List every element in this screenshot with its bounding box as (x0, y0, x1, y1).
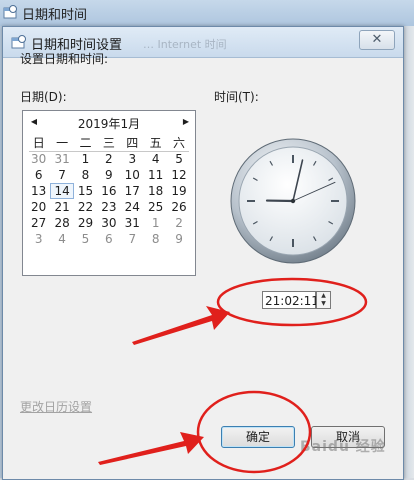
calendar-day[interactable]: 7 (50, 167, 73, 183)
date-label: 日期(D): (20, 88, 67, 105)
calendar-day[interactable]: 2 (167, 215, 190, 231)
calendar-grid: 日一二三四五六303112345678910111213141516171819… (27, 135, 191, 247)
calendar-day[interactable]: 30 (97, 215, 120, 231)
calendar-day[interactable]: 29 (74, 215, 97, 231)
calendar-day[interactable]: 8 (74, 167, 97, 183)
calendar-day[interactable]: 6 (27, 167, 50, 183)
close-icon: ✕ (372, 32, 383, 47)
spin-up-icon[interactable]: ▲ (317, 292, 330, 300)
calendar-day[interactable]: 8 (144, 231, 167, 247)
spin-down-icon[interactable]: ▼ (317, 300, 330, 308)
parent-window-title: 日期和时间 (22, 4, 87, 23)
calendar-day[interactable]: 10 (121, 167, 144, 183)
calendar-clock-icon (11, 35, 27, 49)
calendar-day[interactable]: 5 (167, 151, 190, 167)
calendar-day[interactable]: 3 (121, 151, 144, 167)
calendar-day[interactable]: 2 (97, 151, 120, 167)
parent-window-titlebar: 日期和时间 (0, 0, 414, 27)
calendar-day[interactable]: 12 (167, 167, 190, 183)
calendar-day[interactable]: 16 (97, 183, 120, 199)
weekday-header: 一 (50, 135, 73, 151)
calendar-day[interactable]: 25 (144, 199, 167, 215)
calendar-day[interactable]: 17 (121, 183, 144, 199)
weekday-header: 六 (167, 135, 190, 151)
calendar-day[interactable]: 22 (74, 199, 97, 215)
dialog-subheading: 设置日期和时间: (20, 50, 108, 67)
weekday-header: 四 (121, 135, 144, 151)
calendar-day[interactable]: 5 (74, 231, 97, 247)
clock-window-icon (3, 5, 18, 19)
calendar-day[interactable]: 11 (144, 167, 167, 183)
calendar-control[interactable]: ◀ 2019年1月 ▶ 日一二三四五六303112345678910111213… (22, 110, 196, 276)
calendar-day[interactable]: 26 (167, 199, 190, 215)
calendar-day[interactable]: 31 (50, 151, 73, 167)
weekday-header: 二 (74, 135, 97, 151)
calendar-day[interactable]: 4 (144, 151, 167, 167)
calendar-day[interactable]: 6 (97, 231, 120, 247)
calendar-day[interactable]: 9 (167, 231, 190, 247)
calendar-day[interactable]: 7 (121, 231, 144, 247)
previous-month-icon[interactable]: ◀ (27, 114, 41, 130)
calendar-day[interactable]: 27 (27, 215, 50, 231)
calendar-day[interactable]: 9 (97, 167, 120, 183)
change-calendar-settings-link[interactable]: 更改日历设置 (20, 398, 92, 415)
calendar-day[interactable]: 28 (50, 215, 73, 231)
calendar-day[interactable]: 1 (74, 151, 97, 167)
calendar-day[interactable]: 15 (74, 183, 97, 199)
calendar-day[interactable]: 4 (50, 231, 73, 247)
calendar-header: ◀ 2019年1月 ▶ (23, 111, 195, 133)
clock-center (291, 199, 295, 203)
background-tab-text: … Internet 时间 (143, 36, 227, 52)
close-button[interactable]: ✕ (359, 30, 395, 50)
baidu-watermark: Baidu 经验 (300, 436, 386, 456)
calendar-day[interactable]: 18 (144, 183, 167, 199)
weekday-header: 三 (97, 135, 120, 151)
ok-button[interactable]: 确定 (221, 426, 295, 448)
calendar-day[interactable]: 1 (144, 215, 167, 231)
calendar-day[interactable]: 23 (97, 199, 120, 215)
calendar-month-label[interactable]: 2019年1月 (63, 115, 155, 132)
calendar-day[interactable]: 20 (27, 199, 50, 215)
calendar-day[interactable]: 21 (50, 199, 73, 215)
analog-clock (228, 136, 358, 266)
next-month-icon[interactable]: ▶ (179, 114, 193, 130)
time-input[interactable]: 21:02:11 (262, 291, 316, 309)
calendar-day[interactable]: 19 (167, 183, 190, 199)
calendar-day[interactable]: 3 (27, 231, 50, 247)
calendar-day[interactable]: 24 (121, 199, 144, 215)
calendar-day[interactable]: 14 (50, 183, 73, 199)
time-label: 时间(T): (214, 88, 259, 105)
calendar-day[interactable]: 13 (27, 183, 50, 199)
parent-window-frame-right (404, 26, 414, 478)
calendar-day[interactable]: 31 (121, 215, 144, 231)
weekday-header: 五 (144, 135, 167, 151)
calendar-day[interactable]: 30 (27, 151, 50, 167)
time-spinner[interactable]: ▲ ▼ (316, 291, 331, 309)
weekday-header: 日 (27, 135, 50, 151)
